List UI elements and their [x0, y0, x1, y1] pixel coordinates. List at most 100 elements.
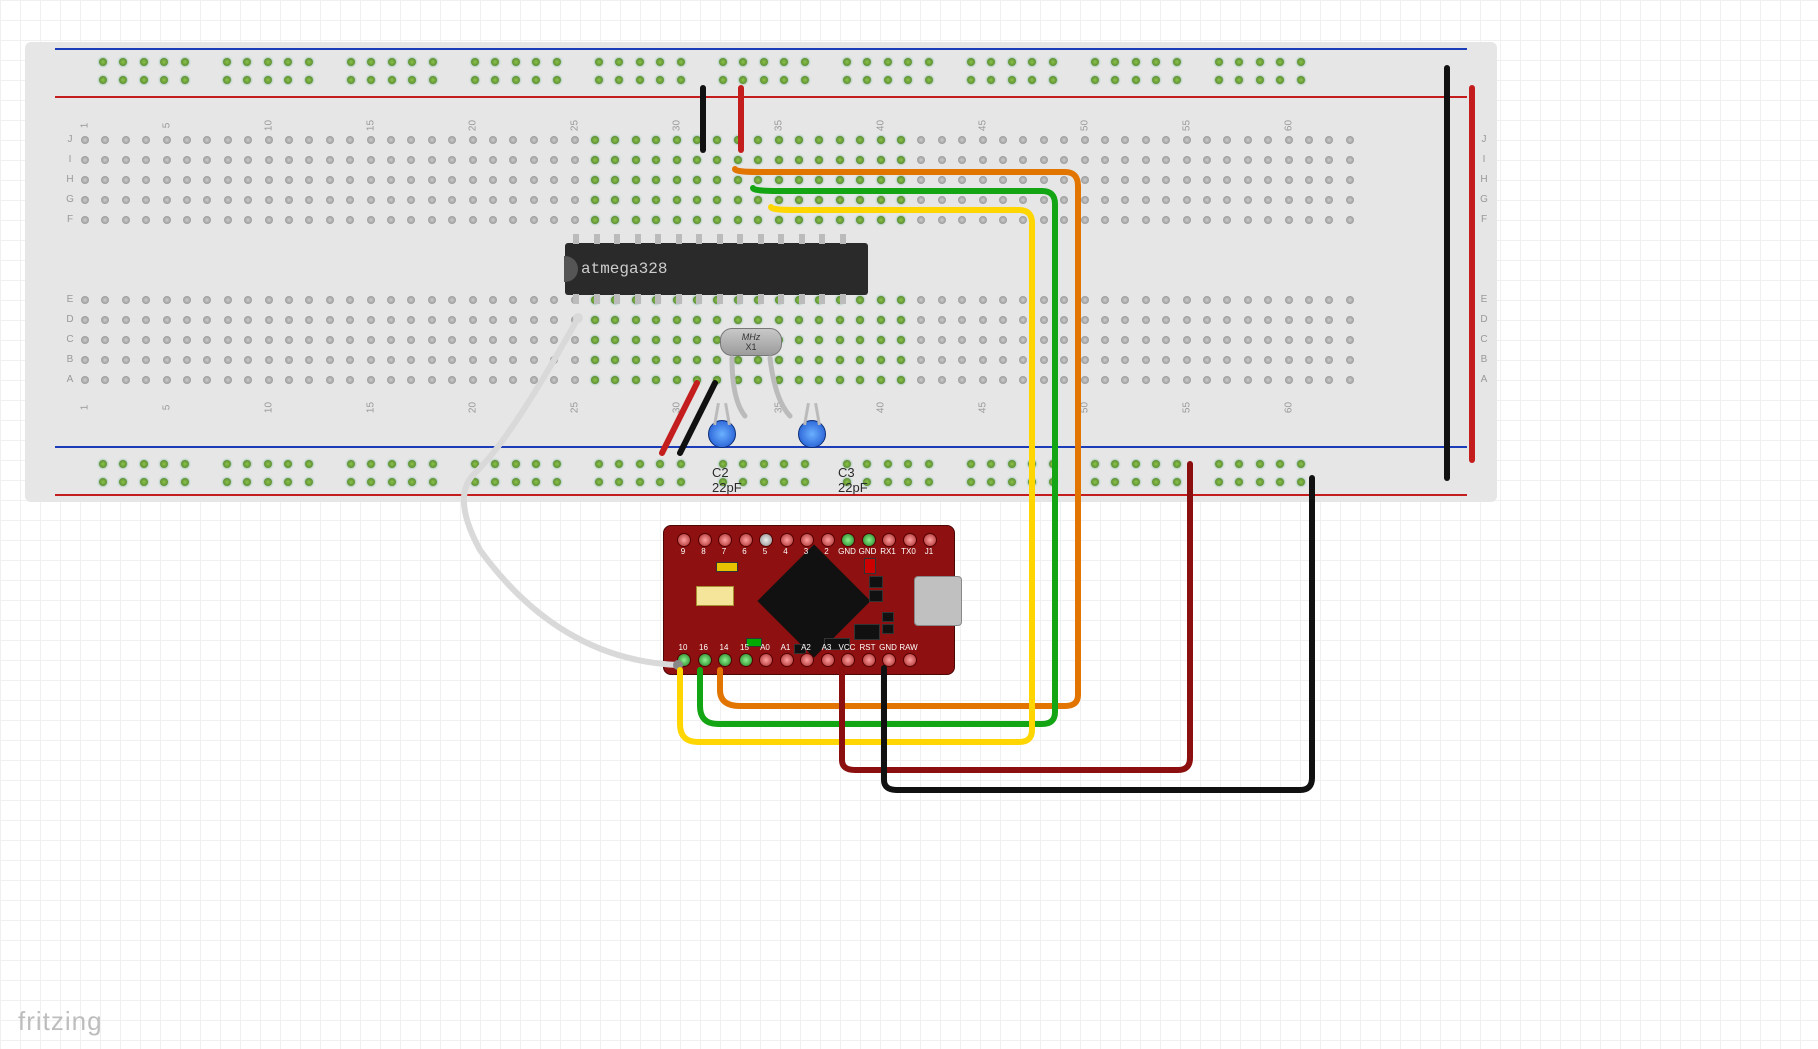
breadboard-hole[interactable] — [632, 336, 640, 344]
mcu-pin-2[interactable] — [821, 533, 835, 547]
breadboard-hole[interactable] — [489, 136, 497, 144]
breadboard-hole[interactable] — [530, 316, 538, 324]
breadboard-hole[interactable] — [1285, 356, 1293, 364]
breadboard-hole[interactable] — [388, 58, 396, 66]
mcu-pin-rx1[interactable] — [882, 533, 896, 547]
breadboard-hole[interactable] — [999, 156, 1007, 164]
breadboard-hole[interactable] — [979, 136, 987, 144]
breadboard-hole[interactable] — [591, 316, 599, 324]
breadboard-hole[interactable] — [99, 58, 107, 66]
breadboard-hole[interactable] — [469, 296, 477, 304]
breadboard-hole[interactable] — [571, 336, 579, 344]
breadboard-hole[interactable] — [387, 316, 395, 324]
breadboard-hole[interactable] — [1256, 58, 1264, 66]
breadboard-hole[interactable] — [636, 478, 644, 486]
breadboard-hole[interactable] — [1081, 196, 1089, 204]
breadboard-hole[interactable] — [1244, 376, 1252, 384]
chip-pin[interactable] — [594, 234, 600, 244]
mcu-pin-tx0[interactable] — [903, 533, 917, 547]
breadboard-hole[interactable] — [1049, 76, 1057, 84]
breadboard-hole[interactable] — [1132, 58, 1140, 66]
breadboard-hole[interactable] — [367, 376, 375, 384]
breadboard-hole[interactable] — [1081, 216, 1089, 224]
breadboard-hole[interactable] — [938, 336, 946, 344]
breadboard-hole[interactable] — [224, 296, 232, 304]
breadboard-hole[interactable] — [999, 216, 1007, 224]
breadboard-hole[interactable] — [999, 136, 1007, 144]
breadboard-hole[interactable] — [1203, 296, 1211, 304]
chip-pin[interactable] — [840, 294, 846, 304]
breadboard-hole[interactable] — [428, 216, 436, 224]
breadboard-hole[interactable] — [1049, 58, 1057, 66]
breadboard-hole[interactable] — [1215, 76, 1223, 84]
breadboard-hole[interactable] — [1101, 376, 1109, 384]
breadboard-hole[interactable] — [795, 356, 803, 364]
breadboard-hole[interactable] — [223, 460, 231, 468]
breadboard-hole[interactable] — [571, 356, 579, 364]
breadboard-hole[interactable] — [1285, 156, 1293, 164]
breadboard-hole[interactable] — [836, 336, 844, 344]
breadboard-hole[interactable] — [925, 478, 933, 486]
breadboard-hole[interactable] — [719, 58, 727, 66]
breadboard-hole[interactable] — [285, 356, 293, 364]
breadboard-hole[interactable] — [285, 216, 293, 224]
breadboard-hole[interactable] — [469, 336, 477, 344]
breadboard-hole[interactable] — [469, 156, 477, 164]
breadboard-hole[interactable] — [99, 76, 107, 84]
breadboard-hole[interactable] — [428, 196, 436, 204]
breadboard-hole[interactable] — [1203, 356, 1211, 364]
chip-pin[interactable] — [635, 234, 641, 244]
breadboard-hole[interactable] — [673, 356, 681, 364]
mcu-pin-5[interactable] — [759, 533, 773, 547]
mcu-pin-raw[interactable] — [903, 653, 917, 667]
breadboard-hole[interactable] — [673, 216, 681, 224]
breadboard-hole[interactable] — [1049, 478, 1057, 486]
breadboard-hole[interactable] — [1183, 296, 1191, 304]
breadboard-hole[interactable] — [632, 176, 640, 184]
breadboard-hole[interactable] — [1183, 136, 1191, 144]
breadboard-hole[interactable] — [938, 356, 946, 364]
breadboard-hole[interactable] — [530, 176, 538, 184]
breadboard-hole[interactable] — [1091, 76, 1099, 84]
breadboard-hole[interactable] — [305, 76, 313, 84]
breadboard-hole[interactable] — [693, 176, 701, 184]
breadboard-hole[interactable] — [183, 136, 191, 144]
breadboard-hole[interactable] — [326, 196, 334, 204]
breadboard-hole[interactable] — [1285, 216, 1293, 224]
breadboard-hole[interactable] — [591, 156, 599, 164]
breadboard-hole[interactable] — [795, 216, 803, 224]
breadboard-hole[interactable] — [81, 296, 89, 304]
breadboard-hole[interactable] — [795, 376, 803, 384]
breadboard-hole[interactable] — [530, 376, 538, 384]
breadboard-hole[interactable] — [897, 316, 905, 324]
breadboard-hole[interactable] — [1040, 196, 1048, 204]
breadboard-hole[interactable] — [1305, 336, 1313, 344]
breadboard-hole[interactable] — [877, 196, 885, 204]
breadboard-hole[interactable] — [760, 76, 768, 84]
breadboard-hole[interactable] — [1305, 296, 1313, 304]
breadboard-hole[interactable] — [884, 58, 892, 66]
breadboard-hole[interactable] — [591, 216, 599, 224]
breadboard-hole[interactable] — [1346, 196, 1354, 204]
chip-pin[interactable] — [594, 294, 600, 304]
breadboard-hole[interactable] — [81, 336, 89, 344]
breadboard-hole[interactable] — [469, 376, 477, 384]
breadboard-hole[interactable] — [693, 136, 701, 144]
mcu-pin-a0[interactable] — [759, 653, 773, 667]
breadboard-hole[interactable] — [1040, 176, 1048, 184]
breadboard-hole[interactable] — [264, 58, 272, 66]
breadboard-hole[interactable] — [979, 356, 987, 364]
breadboard-hole[interactable] — [285, 136, 293, 144]
breadboard-hole[interactable] — [1244, 216, 1252, 224]
breadboard-hole[interactable] — [693, 316, 701, 324]
breadboard-hole[interactable] — [595, 478, 603, 486]
breadboard-hole[interactable] — [224, 376, 232, 384]
breadboard-hole[interactable] — [428, 376, 436, 384]
breadboard-hole[interactable] — [1305, 216, 1313, 224]
breadboard-hole[interactable] — [999, 336, 1007, 344]
breadboard-hole[interactable] — [183, 176, 191, 184]
mcu-pin-9[interactable] — [677, 533, 691, 547]
breadboard-hole[interactable] — [1081, 176, 1089, 184]
breadboard-hole[interactable] — [1081, 156, 1089, 164]
chip-pin[interactable] — [840, 234, 846, 244]
